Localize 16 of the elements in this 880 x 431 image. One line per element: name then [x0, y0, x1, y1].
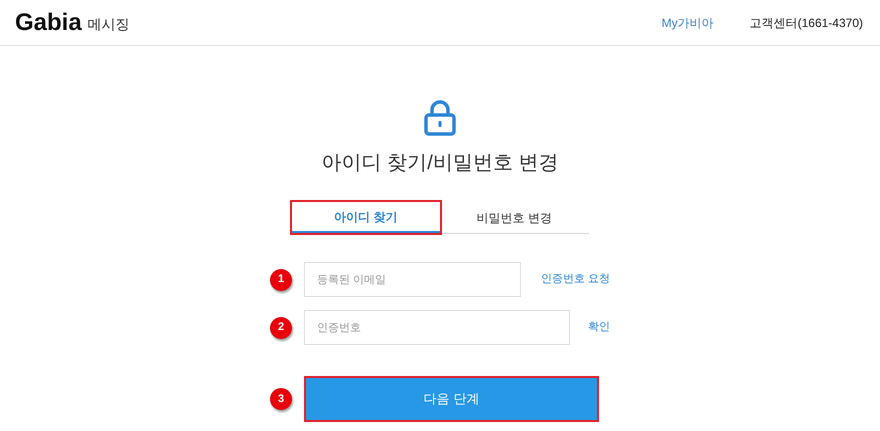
tab[interactable]: 아이디 찾기	[292, 202, 440, 233]
action-link[interactable]: 확인	[588, 319, 610, 336]
page-title: 아이디 찾기/비밀번호 변경	[322, 151, 558, 176]
next-button[interactable]: 다음 단계	[304, 376, 599, 422]
service-name: 메시징	[88, 15, 130, 34]
step-badge: 3	[270, 388, 292, 410]
logo: Gabia	[15, 8, 82, 38]
step-badge: 2	[270, 316, 292, 338]
support-text: 고객센터(1661-4370)	[750, 14, 863, 32]
step-badge: 1	[270, 268, 292, 290]
account-link[interactable]: My가비아	[662, 14, 714, 32]
lock-icon	[424, 100, 456, 136]
tab[interactable]: 비밀번호 변경	[440, 202, 588, 233]
action-link[interactable]: 인증번호 요청	[540, 271, 610, 288]
input-field[interactable]: 인증번호	[304, 310, 570, 345]
input-field[interactable]: 등록된 이메일	[304, 262, 521, 297]
